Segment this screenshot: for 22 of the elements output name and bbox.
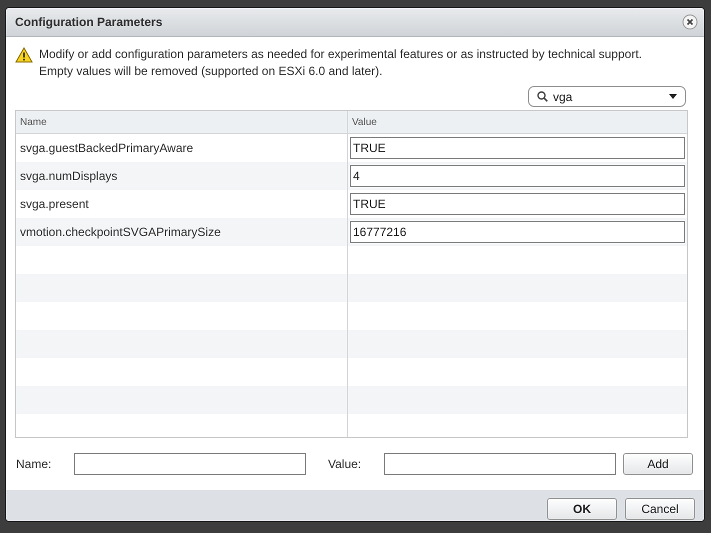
close-icon[interactable] xyxy=(682,14,698,30)
notice-text: Modify or add configuration parameters as needed for experimental features or as instructed by technical support. xyxy=(39,46,642,63)
filter-value: vga xyxy=(553,90,574,104)
caret-icon xyxy=(669,94,677,99)
value-field[interactable]: 4 xyxy=(350,165,685,187)
dialog-title: Configuration Parameters xyxy=(15,15,164,29)
notice-text: Empty values will be removed (supported on ESXi 6.0 and later). xyxy=(39,63,384,80)
value-field[interactable]: TRUE xyxy=(350,137,685,159)
search-icon xyxy=(537,91,548,102)
column-header[interactable]: Value xyxy=(348,111,687,133)
column-header[interactable]: Name xyxy=(16,111,348,133)
cancel-button[interactable]: Cancel xyxy=(625,498,695,520)
ok-button[interactable]: OK xyxy=(547,498,617,520)
name-input-field[interactable] xyxy=(74,453,306,475)
warning-icon xyxy=(15,47,33,63)
value-field[interactable]: 16777216 xyxy=(350,221,685,243)
name-label: Name: xyxy=(15,457,52,471)
value-field[interactable]: TRUE xyxy=(350,193,685,215)
value-input-field[interactable] xyxy=(384,453,616,475)
add-button[interactable]: Add xyxy=(623,453,693,475)
value-label: Value: xyxy=(327,457,362,471)
filter-dropdown[interactable]: vga xyxy=(528,86,686,107)
